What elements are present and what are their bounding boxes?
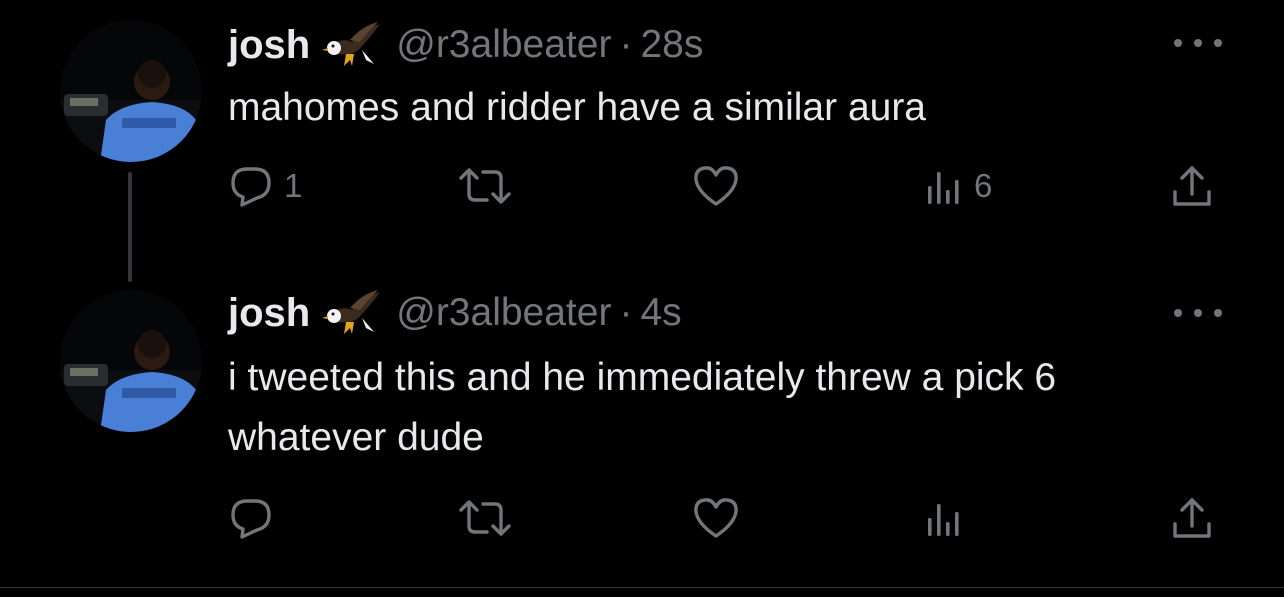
separator-dot: · [619,291,633,334]
reply-button[interactable]: 1 [228,164,302,208]
divider [0,587,1284,588]
reply-count: 1 [284,167,303,204]
views-button[interactable] [924,496,974,540]
views-count: 6 [974,167,993,204]
tweet-actions: 1 6 [228,164,1228,208]
like-button[interactable] [692,496,750,540]
tweet-header: josh @r3albeater · 28s [228,20,703,70]
more-options-icon[interactable] [1174,28,1222,58]
author-name[interactable]: josh [228,23,310,68]
share-button[interactable] [1170,496,1214,540]
heart-icon [692,496,740,540]
reply-icon [228,496,274,540]
retweet-icon [455,164,515,208]
thread-connector-line [128,172,132,282]
timestamp[interactable]: 4s [640,291,681,335]
eagle-icon [322,288,382,338]
tweet-text: i tweeted this and he immediately threw … [228,356,1057,459]
separator-dot: · [619,23,633,66]
eagle-icon [322,20,382,70]
retweet-button[interactable] [455,496,525,540]
retweet-icon [455,496,515,540]
author-handle[interactable]: @r3albeater [396,23,611,67]
tweet-text: mahomes and ridder have a similar aura [228,86,927,129]
reply-icon [228,164,274,208]
author-handle[interactable]: @r3albeater [396,291,611,335]
timestamp[interactable]: 28s [640,23,703,67]
share-icon [1170,496,1214,540]
heart-icon [692,164,740,208]
views-icon [924,164,964,208]
like-button[interactable] [692,164,750,208]
tweet-actions [228,496,1228,540]
reply-button[interactable] [228,496,284,540]
share-icon [1170,164,1214,208]
views-button[interactable]: 6 [924,164,992,208]
more-options-icon[interactable] [1174,298,1222,328]
share-button[interactable] [1170,164,1214,208]
avatar[interactable] [60,290,202,432]
avatar[interactable] [60,20,202,162]
views-icon [924,496,964,540]
author-name[interactable]: josh [228,291,310,336]
tweet-header: josh @r3albeater · 4s [228,288,682,338]
retweet-button[interactable] [455,164,525,208]
